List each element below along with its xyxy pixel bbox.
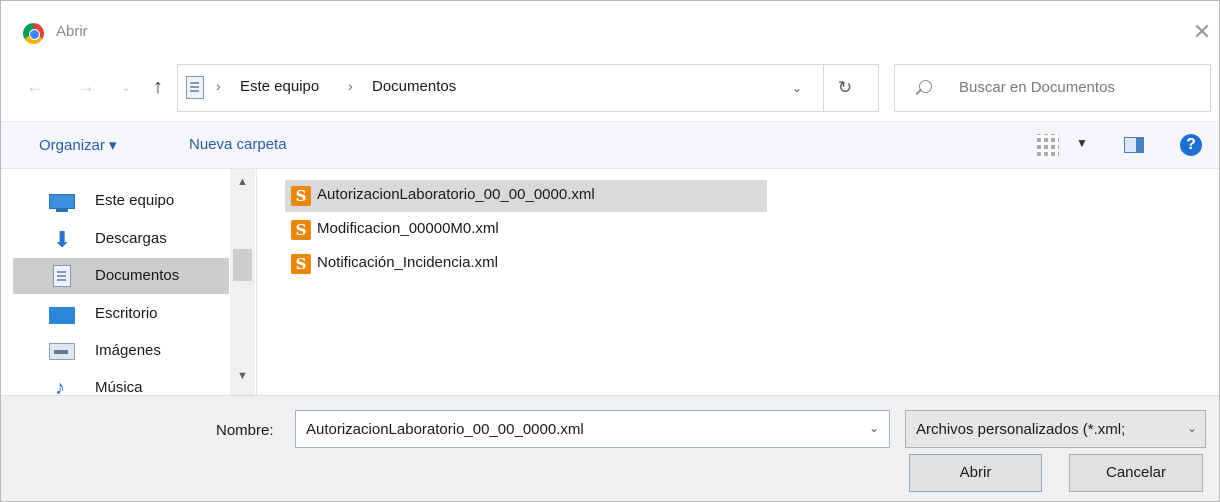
dialog-footer: Nombre: AutorizacionLaboratorio_00_00_00… bbox=[1, 395, 1219, 501]
refresh-icon: ↻ bbox=[837, 78, 853, 97]
breadcrumb-separator: › bbox=[216, 78, 221, 94]
nav-item-este-equipo[interactable]: Este equipo bbox=[13, 183, 227, 219]
navigation-pane: Este equipo Descargas Documentos Escrito… bbox=[1, 169, 257, 395]
chevron-down-icon: ⌄ bbox=[791, 81, 803, 95]
nav-item-label: Imágenes bbox=[95, 342, 161, 359]
downloads-icon bbox=[49, 227, 75, 253]
nav-item-label: Escritorio bbox=[95, 305, 158, 322]
scroll-up-icon[interactable]: ▲ bbox=[230, 173, 255, 191]
close-button[interactable]: ✕ bbox=[1187, 17, 1217, 47]
nav-item-label: Descargas bbox=[95, 230, 167, 247]
window-title: Abrir bbox=[56, 23, 88, 40]
view-options-dropdown[interactable]: ▼ bbox=[1076, 136, 1088, 150]
file-name-label: Nombre: bbox=[216, 422, 274, 439]
chevron-down-icon[interactable]: ⌄ bbox=[869, 421, 879, 435]
documents-icon bbox=[53, 265, 71, 287]
up-button[interactable]: ↑ bbox=[147, 75, 169, 99]
scroll-down-icon[interactable]: ▼ bbox=[230, 367, 255, 385]
music-icon bbox=[49, 377, 75, 395]
file-type-value: Archivos personalizados (*.xml; bbox=[916, 421, 1126, 438]
file-item[interactable]: S Modificacion_00000M0.xml bbox=[285, 214, 767, 246]
open-button[interactable]: Abrir bbox=[909, 454, 1042, 492]
chevron-down-icon: ⌄ bbox=[1186, 421, 1197, 435]
view-options-icon[interactable] bbox=[1037, 134, 1059, 156]
new-folder-button[interactable]: Nueva carpeta bbox=[189, 136, 287, 153]
close-icon: ✕ bbox=[1192, 19, 1212, 44]
nav-item-label: Música bbox=[95, 379, 143, 395]
desktop-icon bbox=[49, 307, 75, 324]
file-name-input[interactable]: AutorizacionLaboratorio_00_00_0000.xml ⌄ bbox=[295, 410, 890, 448]
nav-item-label: Documentos bbox=[95, 267, 180, 284]
search-placeholder: Buscar en Documentos bbox=[959, 79, 1115, 96]
search-input[interactable]: Buscar en Documentos bbox=[894, 64, 1211, 112]
file-name: Notificación_Incidencia.xml bbox=[317, 254, 498, 271]
forward-button[interactable]: → bbox=[76, 77, 96, 97]
file-name: Modificacion_00000M0.xml bbox=[317, 220, 499, 237]
address-history-dropdown[interactable]: ⌄ bbox=[788, 79, 806, 97]
open-file-dialog: Abrir ✕ ← → ⌄ ↑ › Este equipo › Document… bbox=[0, 0, 1220, 502]
sublime-file-icon: S bbox=[291, 186, 311, 206]
cancel-button[interactable]: Cancelar bbox=[1069, 454, 1203, 492]
nav-item-imagenes[interactable]: Imágenes bbox=[13, 333, 227, 369]
title-bar: Abrir ✕ bbox=[1, 1, 1220, 59]
organize-menu-button[interactable]: Organizar ▾ bbox=[39, 136, 117, 154]
images-icon bbox=[49, 343, 75, 360]
nav-item-musica[interactable]: Música bbox=[13, 370, 227, 395]
file-name-value: AutorizacionLaboratorio_00_00_0000.xml bbox=[306, 421, 584, 438]
chrome-icon bbox=[23, 23, 44, 44]
chevron-down-icon: ⌄ bbox=[121, 82, 131, 94]
scrollbar-thumb[interactable] bbox=[233, 249, 252, 281]
arrow-up-icon: ↑ bbox=[153, 76, 163, 98]
documents-icon bbox=[186, 76, 204, 99]
address-divider bbox=[823, 65, 824, 111]
nav-item-escritorio[interactable]: Escritorio bbox=[13, 296, 227, 332]
search-icon bbox=[919, 80, 932, 93]
file-item[interactable]: S AutorizacionLaboratorio_00_00_0000.xml bbox=[285, 180, 767, 212]
computer-icon bbox=[49, 194, 75, 212]
breadcrumb-este-equipo[interactable]: Este equipo bbox=[240, 78, 319, 95]
arrow-left-icon: ← bbox=[26, 77, 44, 96]
preview-pane-icon[interactable] bbox=[1124, 137, 1144, 153]
nav-item-documentos[interactable]: Documentos bbox=[13, 258, 229, 294]
breadcrumb-separator: › bbox=[348, 78, 353, 94]
address-bar[interactable]: › Este equipo › Documentos ⌄ ↻ bbox=[177, 64, 879, 112]
nav-item-descargas[interactable]: Descargas bbox=[13, 221, 227, 257]
navigation-scrollbar[interactable]: ▲ ▼ bbox=[230, 169, 255, 395]
sublime-file-icon: S bbox=[291, 254, 311, 274]
recent-locations-button[interactable]: ⌄ bbox=[119, 78, 133, 98]
file-type-select[interactable]: Archivos personalizados (*.xml; ⌄ bbox=[905, 410, 1206, 448]
back-button[interactable]: ← bbox=[25, 77, 45, 97]
file-name: AutorizacionLaboratorio_00_00_0000.xml bbox=[317, 186, 595, 203]
help-icon[interactable]: ? bbox=[1180, 134, 1202, 156]
sublime-file-icon: S bbox=[291, 220, 311, 240]
arrow-right-icon: → bbox=[77, 77, 95, 96]
file-item[interactable]: S Notificación_Incidencia.xml bbox=[285, 248, 767, 280]
file-list: S AutorizacionLaboratorio_00_00_0000.xml… bbox=[259, 169, 1219, 395]
nav-item-label: Este equipo bbox=[95, 192, 175, 209]
command-toolbar: Organizar ▾ Nueva carpeta ▼ ? bbox=[1, 121, 1219, 169]
breadcrumb-documentos[interactable]: Documentos bbox=[372, 78, 456, 95]
refresh-button[interactable]: ↻ bbox=[834, 77, 856, 99]
